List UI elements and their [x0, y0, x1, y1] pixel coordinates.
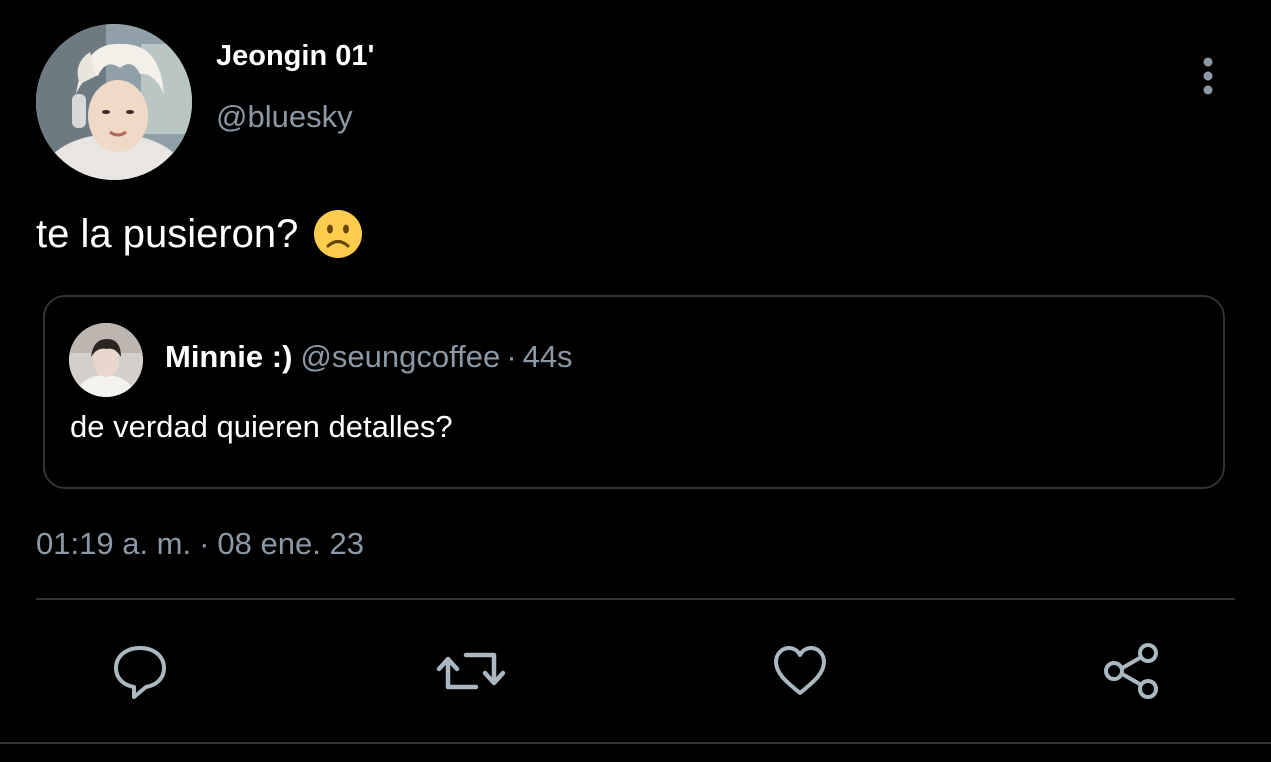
quoted-avatar-image [69, 323, 143, 397]
quoted-post-header: Minnie :) @seungcoffee · 44s [165, 339, 573, 375]
post-text: te la pusieron? [36, 211, 299, 256]
quoted-display-name[interactable]: Minnie :) [165, 339, 292, 374]
reply-button[interactable] [105, 636, 175, 706]
timestamp-date: 08 ene. 23 [217, 526, 364, 561]
repost-arrows-icon [436, 652, 506, 690]
quoted-separator: · [506, 339, 517, 374]
author-avatar[interactable] [36, 24, 192, 180]
author-display-name[interactable]: Jeongin 01' [216, 40, 374, 73]
quoted-post-age: 44s [522, 339, 573, 374]
timestamp-separator: · [199, 526, 210, 561]
post-body: te la pusieron? [36, 208, 364, 260]
author-handle[interactable]: @bluesky [216, 99, 353, 135]
quoted-author-avatar[interactable] [69, 323, 143, 397]
slightly-frowning-face-icon [314, 210, 363, 258]
speech-bubble-icon [114, 646, 166, 699]
repost-button[interactable] [436, 636, 506, 706]
share-nodes-icon [1104, 643, 1158, 699]
like-button[interactable] [765, 636, 835, 706]
timestamp-time: 01:19 a. m. [36, 526, 192, 561]
divider [0, 742, 1271, 744]
quoted-post-card[interactable]: Minnie :) @seungcoffee · 44s de verdad quie… [43, 295, 1225, 489]
quoted-post-text: de verdad quieren detalles? [70, 409, 453, 444]
share-button[interactable] [1096, 636, 1166, 706]
heart-icon [774, 646, 826, 695]
divider [36, 598, 1235, 600]
quoted-handle[interactable]: @seungcoffee [300, 339, 500, 374]
more-options-button[interactable] [1192, 56, 1224, 96]
post-timestamp: 01:19 a. m. · 08 ene. 23 [36, 526, 364, 562]
vertical-dots-icon [1203, 57, 1213, 95]
author-avatar-image [36, 24, 192, 180]
